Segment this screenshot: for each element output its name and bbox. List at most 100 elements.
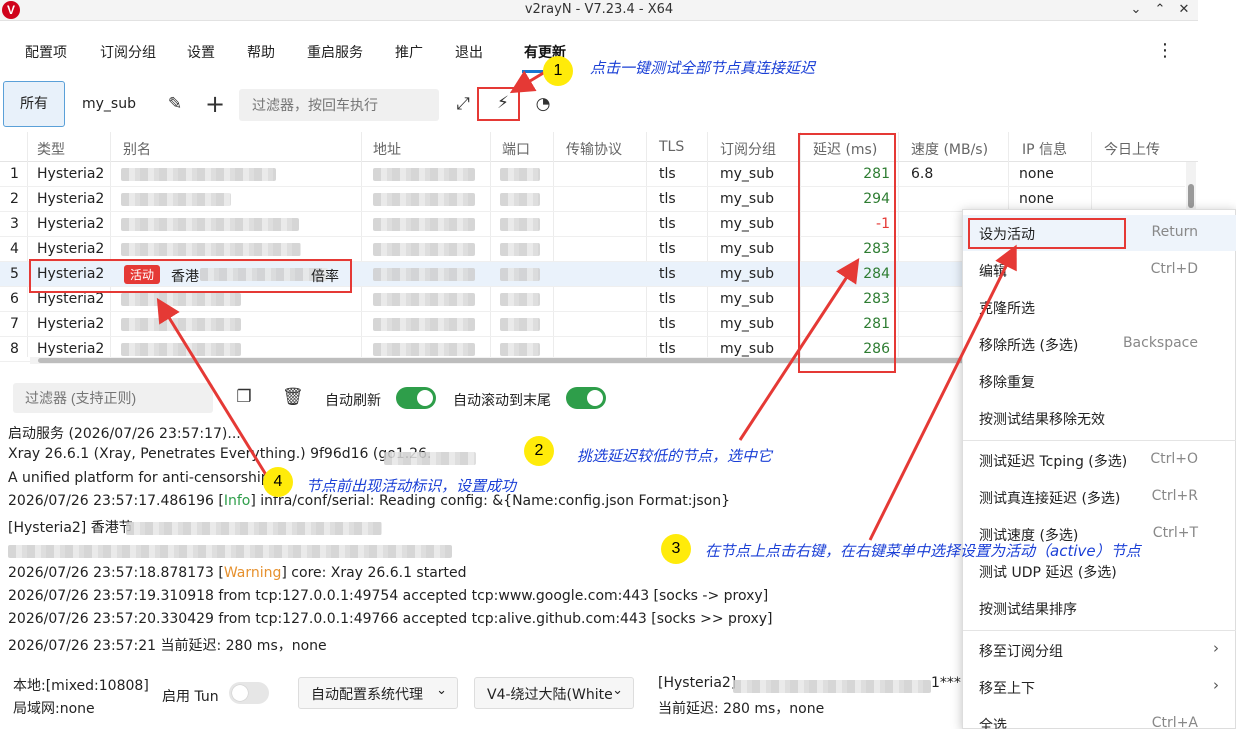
ctx-label: 测试真连接延迟 (多选) bbox=[979, 491, 1121, 507]
menu-item-sub-group[interactable]: 订阅分组 bbox=[100, 42, 156, 62]
ctx-shortcut: Ctrl+O bbox=[1150, 451, 1198, 467]
column-header-alias[interactable]: 别名 bbox=[123, 139, 151, 159]
annotation-text-3: 在节点上点击右键，在右键菜单中选择设置为活动（active）节点 bbox=[705, 542, 1141, 560]
type-cell: Hysteria2 bbox=[37, 316, 105, 332]
tls-cell: tls bbox=[659, 291, 676, 307]
ctx-select-all[interactable]: 全选 Ctrl+A bbox=[963, 706, 1236, 729]
tab-all[interactable]: 所有 bbox=[3, 81, 65, 127]
column-header-upload[interactable]: 今日上传 bbox=[1104, 139, 1160, 159]
log-line: 2026/07/26 23:57:20.330429 from tcp:127.… bbox=[8, 611, 773, 627]
annotation-step-1: 1 bbox=[543, 56, 573, 86]
ctx-shortcut: Ctrl+D bbox=[1150, 261, 1198, 277]
table-row[interactable]: 1 Hysteria2 tls my_sub 281 6.8 none bbox=[0, 162, 1185, 187]
trash-icon[interactable]: 🗑 bbox=[282, 387, 304, 407]
menu-item-promote[interactable]: 推广 bbox=[395, 42, 423, 62]
column-header-port[interactable]: 端口 bbox=[502, 139, 530, 159]
tls-cell: tls bbox=[659, 341, 676, 357]
ctx-sort-by-result[interactable]: 按测试结果排序 bbox=[963, 590, 1236, 626]
routing-value: V4-绕过大陆(White bbox=[487, 687, 613, 703]
ctx-remove-selected[interactable]: 移除所选 (多选) Backspace bbox=[963, 326, 1236, 362]
context-menu: 设为活动 Return 编辑 Ctrl+D 克隆所选 移除所选 (多选) Backsp… bbox=[962, 209, 1236, 729]
ctx-label: 按测试结果排序 bbox=[979, 602, 1077, 618]
chevron-right-icon: › bbox=[1213, 676, 1219, 694]
type-cell: Hysteria2 bbox=[37, 216, 105, 232]
sub-group-cell: my_sub bbox=[720, 241, 774, 257]
tls-cell: tls bbox=[659, 191, 676, 207]
row-number: 2 bbox=[10, 191, 19, 207]
annotation-text-1: 点击一键测试全部节点真连接延迟 bbox=[590, 59, 816, 77]
window-title: v2rayN - V7.23.4 - X64 bbox=[524, 2, 674, 17]
column-header-ip[interactable]: IP 信息 bbox=[1022, 139, 1067, 159]
menu-item-config[interactable]: 配置项 bbox=[25, 42, 67, 62]
ctx-test-tcping[interactable]: 测试延迟 Tcping (多选) Ctrl+O bbox=[963, 442, 1236, 478]
ctx-move-to-group[interactable]: 移至订阅分组 › bbox=[963, 632, 1236, 668]
more-vert-icon[interactable]: ⋮ bbox=[1156, 40, 1174, 62]
table-vertical-scroll-thumb[interactable] bbox=[1188, 184, 1194, 208]
auto-scroll-toggle[interactable] bbox=[566, 387, 606, 409]
ctx-label: 编辑 bbox=[979, 264, 1007, 280]
blurred-text bbox=[733, 680, 931, 693]
ctx-label: 移除重复 bbox=[979, 375, 1035, 391]
copy-icon[interactable]: ❐ bbox=[234, 387, 254, 407]
ctx-separator bbox=[963, 630, 1236, 631]
blurred-port bbox=[500, 168, 540, 181]
ip-cell: none bbox=[1019, 166, 1054, 182]
server-filter-input[interactable] bbox=[239, 89, 439, 121]
ctx-remove-invalid[interactable]: 按测试结果移除无效 bbox=[963, 400, 1236, 436]
title-bar: V v2rayN - V7.23.4 - X64 ⌄ ⌃ ✕ bbox=[0, 0, 1198, 21]
table-header: 类型 别名 地址 端口 传输协议 TLS 订阅分组 延迟 (ms) 速度 (MB… bbox=[0, 132, 1198, 162]
chevron-right-icon: › bbox=[1213, 639, 1219, 657]
ctx-edit[interactable]: 编辑 Ctrl+D bbox=[963, 252, 1236, 288]
auto-refresh-toggle[interactable] bbox=[396, 387, 436, 409]
speedometer-icon[interactable]: ◔ bbox=[532, 94, 554, 114]
column-header-address[interactable]: 地址 bbox=[373, 139, 401, 159]
column-header-tls[interactable]: TLS bbox=[659, 139, 684, 155]
chevron-up-icon[interactable]: ⌃ bbox=[1150, 1, 1170, 19]
column-header-type[interactable]: 类型 bbox=[37, 139, 65, 159]
annotation-box-set-active bbox=[968, 218, 1126, 249]
annotation-box-test-button bbox=[477, 87, 520, 121]
ctx-shortcut: Ctrl+R bbox=[1151, 488, 1198, 504]
annotation-step-2: 2 bbox=[524, 436, 554, 466]
column-header-speed[interactable]: 速度 (MB/s) bbox=[911, 139, 988, 159]
add-icon[interactable]: + bbox=[204, 90, 226, 118]
menu-item-exit[interactable]: 退出 bbox=[455, 42, 483, 62]
tun-toggle[interactable] bbox=[229, 682, 269, 704]
ctx-test-real-delay[interactable]: 测试真连接延迟 (多选) Ctrl+R bbox=[963, 479, 1236, 515]
blurred-alias bbox=[121, 318, 241, 331]
current-server-status: [Hysteria2] bbox=[658, 675, 737, 691]
tls-cell: tls bbox=[659, 266, 676, 282]
column-header-sub-group[interactable]: 订阅分组 bbox=[720, 139, 776, 159]
ctx-remove-duplicate[interactable]: 移除重复 bbox=[963, 363, 1236, 399]
annotation-box-delay-column bbox=[798, 133, 896, 373]
routing-select[interactable]: V4-绕过大陆(White ⌄ bbox=[474, 677, 634, 709]
system-proxy-select[interactable]: 自动配置系统代理 ⌄ bbox=[298, 677, 458, 709]
log-level-warning: Warning bbox=[223, 565, 282, 581]
blurred-address bbox=[373, 243, 475, 256]
blurred-address bbox=[373, 168, 475, 181]
current-server-suffix: 1*** bbox=[931, 675, 961, 691]
auto-scroll-label: 自动滚动到末尾 bbox=[453, 393, 551, 409]
log-line: A unified platform for anti-censorship. bbox=[8, 470, 275, 486]
ctx-label: 全选 bbox=[979, 718, 1007, 729]
menu-item-help[interactable]: 帮助 bbox=[247, 42, 275, 62]
column-header-transport[interactable]: 传输协议 bbox=[566, 139, 622, 159]
blurred-text bbox=[126, 522, 382, 535]
ctx-clone[interactable]: 克隆所选 bbox=[963, 289, 1236, 325]
ctx-move-up-down[interactable]: 移至上下 › bbox=[963, 669, 1236, 705]
close-icon[interactable]: ✕ bbox=[1174, 1, 1194, 19]
row-number: 6 bbox=[10, 291, 19, 307]
menu-item-settings[interactable]: 设置 bbox=[187, 42, 215, 62]
log-level-info: Info bbox=[223, 493, 251, 509]
log-filter-input[interactable] bbox=[13, 383, 213, 413]
log-line: 2026/07/26 23:57:18.878173 [Warning] cor… bbox=[8, 565, 467, 581]
ctx-label: 按测试结果移除无效 bbox=[979, 412, 1105, 428]
annotation-text-4: 节点前出现活动标识，设置成功 bbox=[306, 477, 517, 495]
ctx-label: 移除所选 (多选) bbox=[979, 338, 1079, 354]
tab-my-sub[interactable]: my_sub bbox=[82, 96, 136, 112]
menu-item-restart[interactable]: 重启服务 bbox=[307, 42, 363, 62]
edit-pencil-icon[interactable]: ✎ bbox=[165, 94, 185, 114]
blurred-alias bbox=[121, 168, 276, 181]
chevron-down-icon[interactable]: ⌄ bbox=[1126, 1, 1146, 19]
expand-icon[interactable]: ⤢ bbox=[452, 94, 474, 114]
